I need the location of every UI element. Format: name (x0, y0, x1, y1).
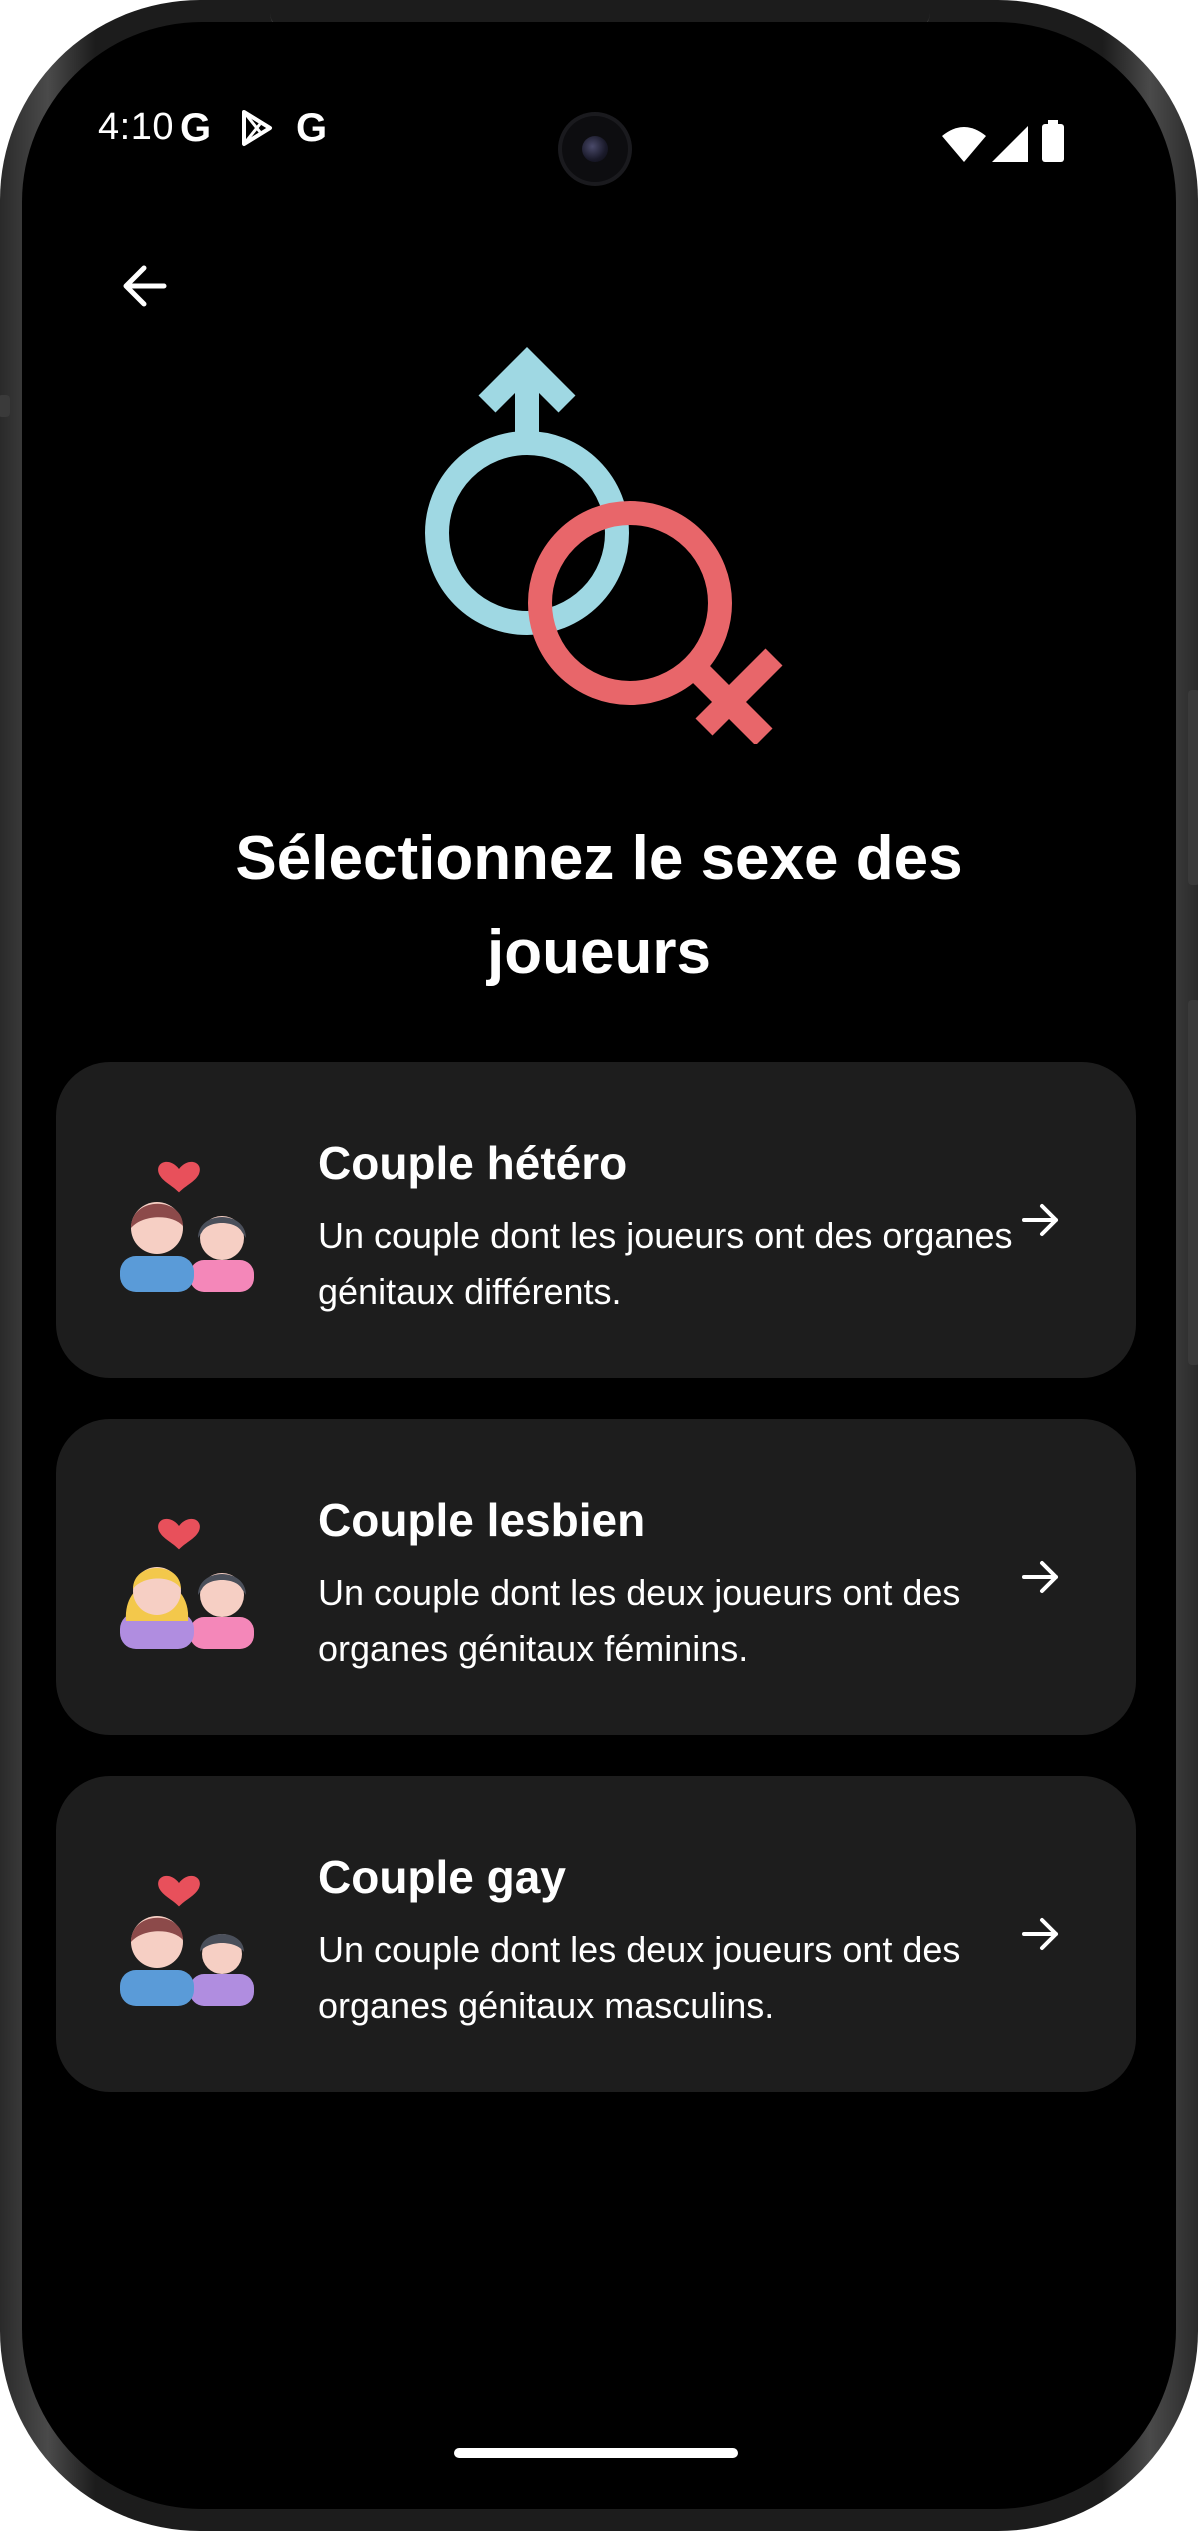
signal-icon (992, 126, 1028, 162)
status-bar: 4:10 G G (22, 22, 1176, 182)
power-button (1188, 690, 1198, 885)
option-title: Couple lesbien (318, 1494, 646, 1546)
google-icon: G (296, 106, 328, 150)
hetero-couple-icon (120, 1161, 254, 1292)
option-couple-gay[interactable]: Couple gay Un couple dont les deux joueu… (56, 1776, 1136, 2092)
volume-button (1188, 1000, 1198, 1365)
side-button (0, 395, 10, 417)
option-couple-lesbien[interactable]: Couple lesbien Un couple dont les deux j… (56, 1419, 1136, 1735)
option-description: Un couple dont les joueurs ont des organ… (318, 1215, 1013, 1312)
gay-couple-icon (120, 1875, 254, 2006)
home-indicator[interactable] (454, 2448, 738, 2458)
arrow-right-icon (1022, 1561, 1058, 1593)
lesbian-couple-icon (120, 1518, 254, 1649)
google-icon: G (180, 106, 212, 150)
gender-symbols-icon (425, 347, 783, 744)
option-description: Un couple dont les deux joueurs ont des … (318, 1572, 961, 1669)
status-time: 4:10 (98, 106, 174, 148)
option-title: Couple hétéro (318, 1137, 628, 1189)
option-couple-hetero[interactable]: Couple hétéro Un couple dont les joueurs… (56, 1062, 1136, 1378)
arrow-right-icon (1022, 1204, 1058, 1236)
back-button[interactable] (102, 244, 186, 328)
phone-frame: 4:10 G G Sélectionnez le sexe des joueur… (0, 0, 1198, 2531)
play-store-icon (242, 110, 272, 146)
arrow-left-icon (123, 265, 167, 307)
option-title: Couple gay (318, 1851, 566, 1903)
page-title: Sélectionnez le sexe des joueurs (235, 824, 963, 987)
battery-icon (1042, 120, 1064, 162)
wifi-icon (942, 127, 986, 162)
front-camera (562, 116, 628, 182)
option-description: Un couple dont les deux joueurs ont des … (318, 1929, 961, 2026)
screen: 4:10 G G Sélectionnez le sexe des joueur… (22, 22, 1176, 2509)
arrow-right-icon (1022, 1918, 1058, 1950)
